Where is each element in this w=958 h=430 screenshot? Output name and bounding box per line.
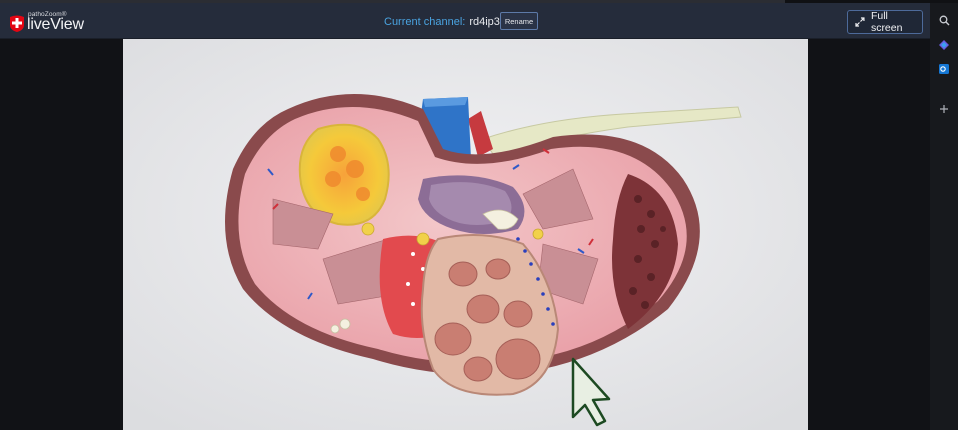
- fullscreen-label: Full screen: [870, 10, 903, 34]
- copilot-icon[interactable]: [937, 38, 951, 52]
- browser-side-rail: [930, 3, 958, 430]
- pathozoom-logo: pathoZoom® liveView: [8, 9, 98, 35]
- logo-cross-icon: [10, 15, 24, 32]
- add-icon[interactable]: [937, 102, 951, 116]
- app-header: pathoZoom® liveView Current channel: rd4i…: [0, 3, 930, 39]
- logo-product-text: liveView: [27, 16, 84, 33]
- kidney-model-image: [123, 39, 808, 430]
- rename-button[interactable]: Rename: [500, 12, 538, 30]
- expand-icon: [855, 17, 865, 27]
- channel-info: Current channel: rd4ip3u: [384, 16, 506, 28]
- search-icon[interactable]: [937, 13, 951, 27]
- fullscreen-button[interactable]: Full screen: [847, 10, 923, 34]
- outlook-icon[interactable]: [937, 62, 951, 76]
- channel-label: Current channel:: [384, 16, 466, 28]
- live-video-feed[interactable]: [123, 39, 808, 430]
